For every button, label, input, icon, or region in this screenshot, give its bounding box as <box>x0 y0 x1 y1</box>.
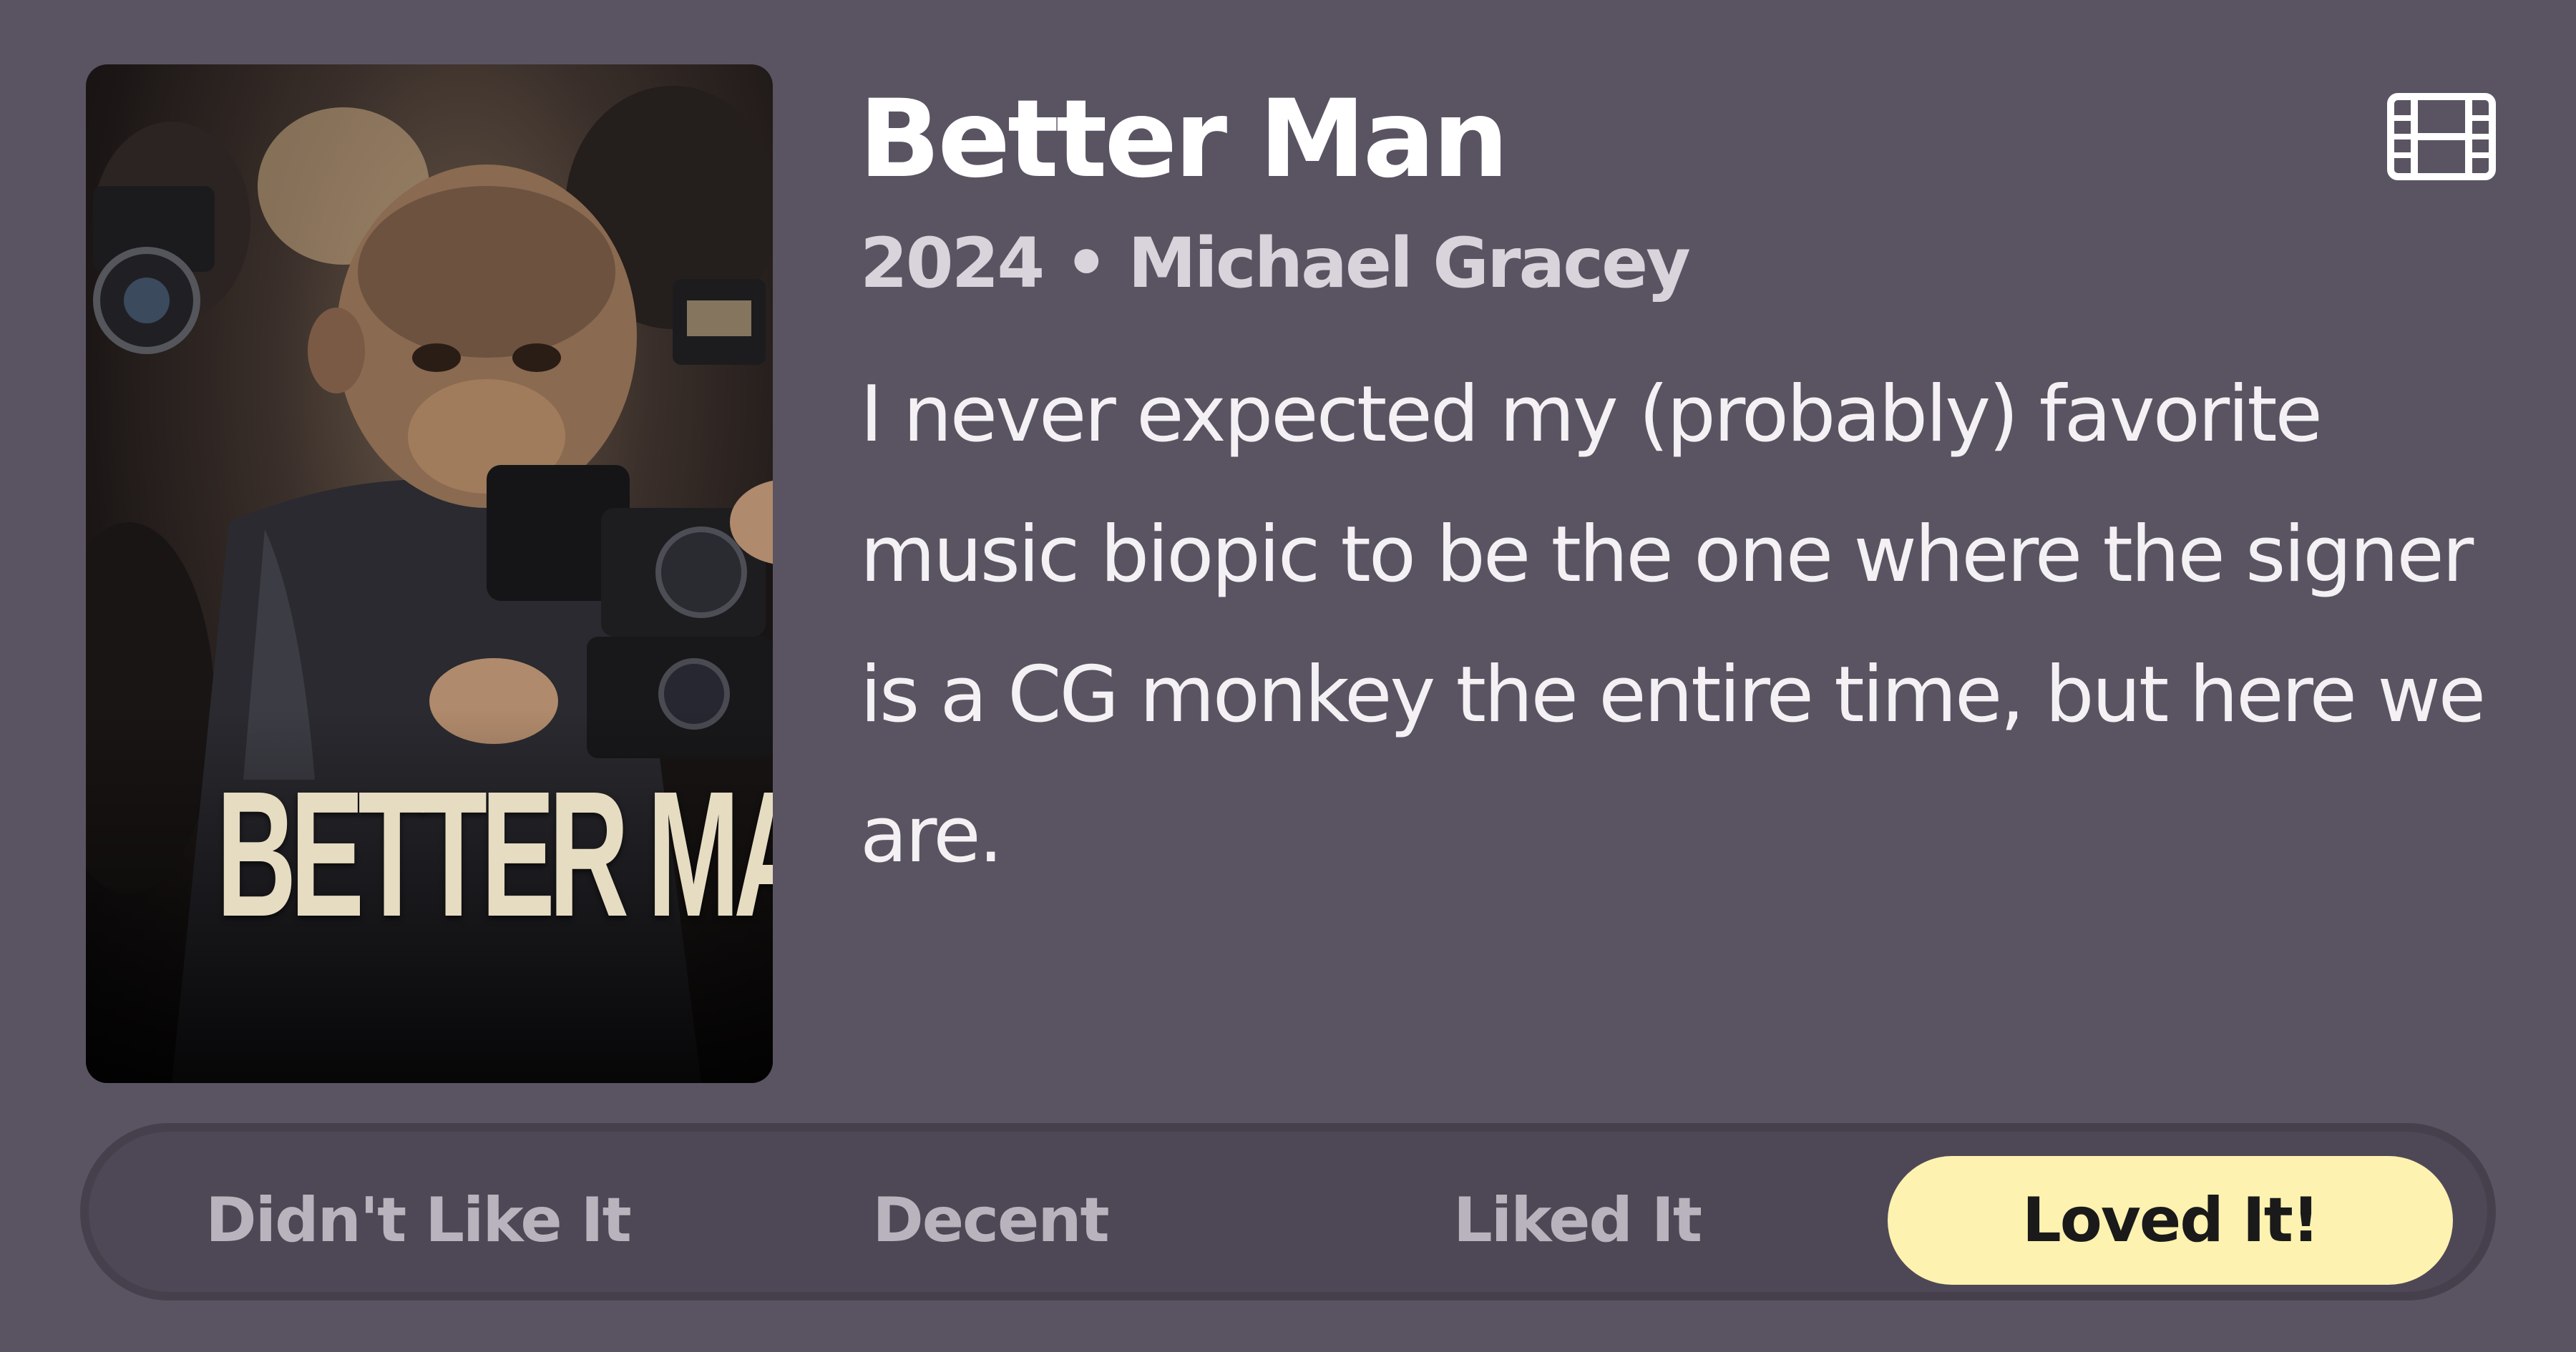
rating-selector: Didn't Like It Decent Liked It Loved It! <box>80 1123 2496 1300</box>
review-text: I never expected my (probably) favorite … <box>860 370 2486 880</box>
film-icon <box>2387 93 2496 180</box>
meta-separator: • <box>1064 223 1108 303</box>
rating-option-didnt-like-it[interactable]: Didn't Like It <box>132 1156 704 1285</box>
rating-option-decent[interactable]: Decent <box>704 1156 1277 1285</box>
movie-meta: 2024 • Michael Gracey <box>860 223 1691 303</box>
movie-year: 2024 <box>860 223 1045 303</box>
rating-option-liked-it[interactable]: Liked It <box>1291 1156 1863 1285</box>
movie-poster: BETTER MAN <box>86 64 773 1083</box>
movie-director: Michael Gracey <box>1128 223 1690 303</box>
poster-title: BETTER MAN <box>216 754 773 954</box>
rating-option-loved-it[interactable]: Loved It! <box>1888 1156 2453 1285</box>
movie-review-card: BETTER MAN Better Man 2024 • Michael Gra… <box>0 0 2576 1352</box>
movie-title: Better Man <box>859 77 1509 202</box>
